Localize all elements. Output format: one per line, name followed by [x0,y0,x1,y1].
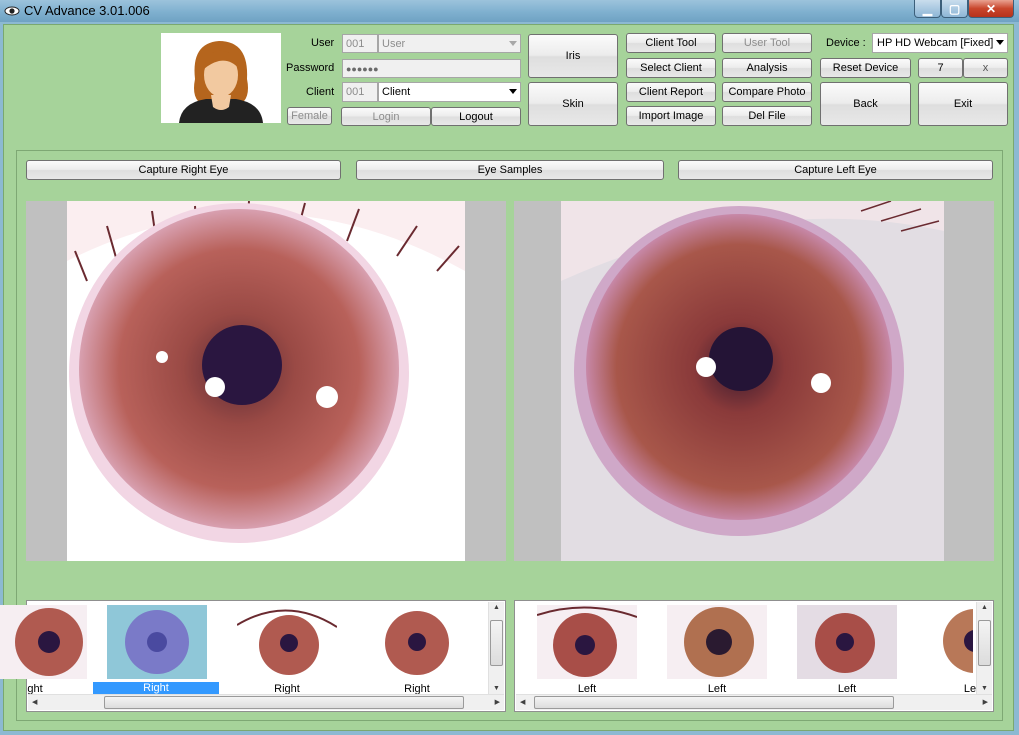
close-icon: ✕ [985,1,997,16]
scroll-down-icon[interactable]: ▼ [981,685,988,692]
minimize-button[interactable]: ▁ [914,0,941,18]
password-field[interactable]: ●●●●●● [342,59,521,78]
left-gallery-horizontal-scrollbar[interactable]: ◀ ▶ [516,694,992,710]
device-count-field[interactable]: 7 [918,58,963,78]
avatar [161,33,281,123]
close-button[interactable]: ✕ [968,0,1014,18]
select-client-button[interactable]: Select Client [626,58,716,78]
right-gallery-horizontal-scrollbar[interactable]: ◀ ▶ [28,694,504,710]
window-title: CV Advance 3.01.006 [24,3,150,18]
scroll-thumb[interactable] [104,696,464,709]
clear-device-button[interactable]: x [963,58,1008,78]
user-label: User [311,37,335,49]
left-eye-image [561,201,944,561]
client-report-button[interactable]: Client Report [626,82,716,102]
scroll-thumb[interactable] [490,620,503,666]
gallery-thumbnail[interactable] [107,605,207,679]
user-tool-button[interactable]: User Tool [722,33,812,53]
user-id-field: 001 [342,34,378,53]
chevron-down-icon [509,89,517,94]
gallery-thumbnail[interactable] [237,605,337,679]
scroll-right-icon[interactable]: ▶ [983,698,988,706]
user-select[interactable]: User [378,34,521,53]
chevron-down-icon [996,40,1004,45]
capture-left-eye-button[interactable]: Capture Left Eye [678,160,993,180]
del-file-button[interactable]: Del File [722,106,812,126]
reset-device-button[interactable]: Reset Device [820,58,911,78]
scroll-thumb[interactable] [534,696,894,709]
scroll-down-icon[interactable]: ▼ [493,685,500,692]
gender-badge: Female [287,107,332,125]
client-id-field: 001 [342,82,378,102]
compare-photo-button[interactable]: Compare Photo [722,82,812,102]
gallery-thumbnail[interactable] [367,605,467,679]
password-label: Password [286,62,335,74]
user-select-value: User [382,37,406,50]
left-eye-gallery[interactable]: Left Left Left Le ▲ ▼ ◀ ▶ [514,600,994,712]
scroll-up-icon[interactable]: ▲ [981,604,988,611]
client-tool-button[interactable]: Client Tool [626,33,716,53]
gallery-thumbnail[interactable] [537,605,637,679]
eye-icon [4,6,20,16]
minimize-icon: ▁ [922,1,933,16]
scroll-left-icon[interactable]: ◀ [32,698,37,706]
scroll-left-icon[interactable]: ◀ [520,698,525,706]
right-eye-image [67,201,465,561]
skin-mode-button[interactable]: Skin [528,82,618,126]
gallery-thumbnail[interactable] [927,605,973,679]
left-eye-view [514,201,994,561]
chevron-down-icon [509,41,517,46]
analysis-button[interactable]: Analysis [722,58,812,78]
iris-mode-button[interactable]: Iris [528,34,618,78]
scroll-right-icon[interactable]: ▶ [495,698,500,706]
import-image-button[interactable]: Import Image [626,106,716,126]
login-button[interactable]: Login [341,107,431,126]
right-gallery-vertical-scrollbar[interactable]: ▲ ▼ [488,602,504,694]
gallery-thumbnail[interactable] [667,605,767,679]
device-label: Device : [826,37,866,49]
right-eye-view [26,201,506,561]
maximize-icon: ▢ [948,1,961,16]
client-label: Client [306,86,335,98]
left-gallery-vertical-scrollbar[interactable]: ▲ ▼ [976,602,992,694]
eye-samples-button[interactable]: Eye Samples [356,160,664,180]
logout-button[interactable]: Logout [431,107,521,126]
client-select[interactable]: Client [378,82,521,102]
right-eye-gallery[interactable]: ght Right Right Right ▲ ▼ ◀ ▶ [0,600,506,712]
client-select-value: Client [382,86,411,98]
capture-right-eye-button[interactable]: Capture Right Eye [26,160,341,180]
scroll-thumb[interactable] [978,620,991,666]
gallery-thumbnail[interactable] [797,605,897,679]
back-button[interactable]: Back [820,82,911,126]
title-bar [0,0,1019,22]
scroll-up-icon[interactable]: ▲ [493,604,500,611]
maximize-button[interactable]: ▢ [941,0,968,18]
gallery-thumbnail[interactable] [0,605,87,679]
exit-button[interactable]: Exit [918,82,1008,126]
device-select[interactable]: HP HD Webcam [Fixed] [872,33,1008,53]
device-select-value: HP HD Webcam [Fixed] [877,37,994,49]
